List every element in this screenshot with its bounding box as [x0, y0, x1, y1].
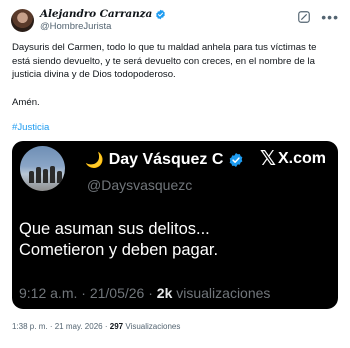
separator: ·: [104, 322, 108, 331]
embedded-views-label: visualizaciones: [176, 285, 271, 301]
embedded-date: 21/05/26: [89, 285, 145, 301]
embedded-text: Que asuman sus delitos... Cometieron y d…: [19, 219, 329, 261]
grok-icon[interactable]: [297, 10, 311, 24]
tweet: Alejandro Carranza @HombreJurista ••• Da…: [0, 0, 350, 348]
author-display-name[interactable]: Alejandro Carranza: [40, 8, 152, 20]
x-com-label: X.com: [277, 150, 326, 167]
more-icon[interactable]: •••: [321, 10, 339, 24]
embedded-verified-badge-icon: [230, 153, 243, 167]
embedded-time: 9:12 a.m.: [19, 285, 78, 301]
separator: ·: [49, 322, 53, 331]
moon-emoji-icon: 🌙: [85, 151, 104, 169]
avatar[interactable]: [11, 9, 34, 32]
embedded-handle: @Daysvasquezc: [87, 177, 193, 193]
embedded-line-2: Cometieron y deben pagar.: [19, 241, 219, 259]
embedded-line-1: Que asuman sus delitos...: [19, 220, 210, 238]
verified-badge-icon: [156, 9, 166, 19]
embedded-display-name: Day Vásquez C: [108, 151, 224, 168]
author-name-row: Alejandro Carranza: [40, 8, 166, 20]
tweet-text: Daysuris del Carmen, todo lo que tu mald…: [12, 42, 317, 81]
embedded-avatar: [20, 146, 65, 191]
x-com-brand: 𝕏 X.com: [260, 149, 326, 169]
tweet-time[interactable]: 1:38 p. m.: [12, 322, 48, 331]
embedded-views-count: 2k: [156, 285, 173, 301]
tweet-footer: 1:38 p. m. · 21 may. 2026 · 297 Visualiz…: [12, 322, 180, 331]
separator: ·: [148, 285, 153, 301]
tweet-date[interactable]: 21 may. 2026: [55, 322, 103, 331]
separator: ·: [81, 285, 86, 301]
embedded-name-row: 🌙 Day Vásquez C: [85, 151, 244, 169]
hashtag-link[interactable]: #Justicia: [12, 122, 49, 133]
author-handle[interactable]: @HombreJurista: [40, 21, 111, 32]
x-logo-icon: 𝕏: [259, 148, 276, 170]
embedded-meta: 9:12 a.m. · 21/05/26 · 2k visualizacione…: [19, 285, 270, 301]
embedded-tweet-image[interactable]: 🌙 Day Vásquez C @Daysvasquezc 𝕏 X.com Qu…: [12, 141, 338, 309]
tweet-closing: Amén.: [12, 97, 40, 108]
header-actions: •••: [297, 10, 339, 24]
views-label[interactable]: Visualizaciones: [125, 322, 180, 331]
views-count[interactable]: 297: [110, 322, 123, 331]
